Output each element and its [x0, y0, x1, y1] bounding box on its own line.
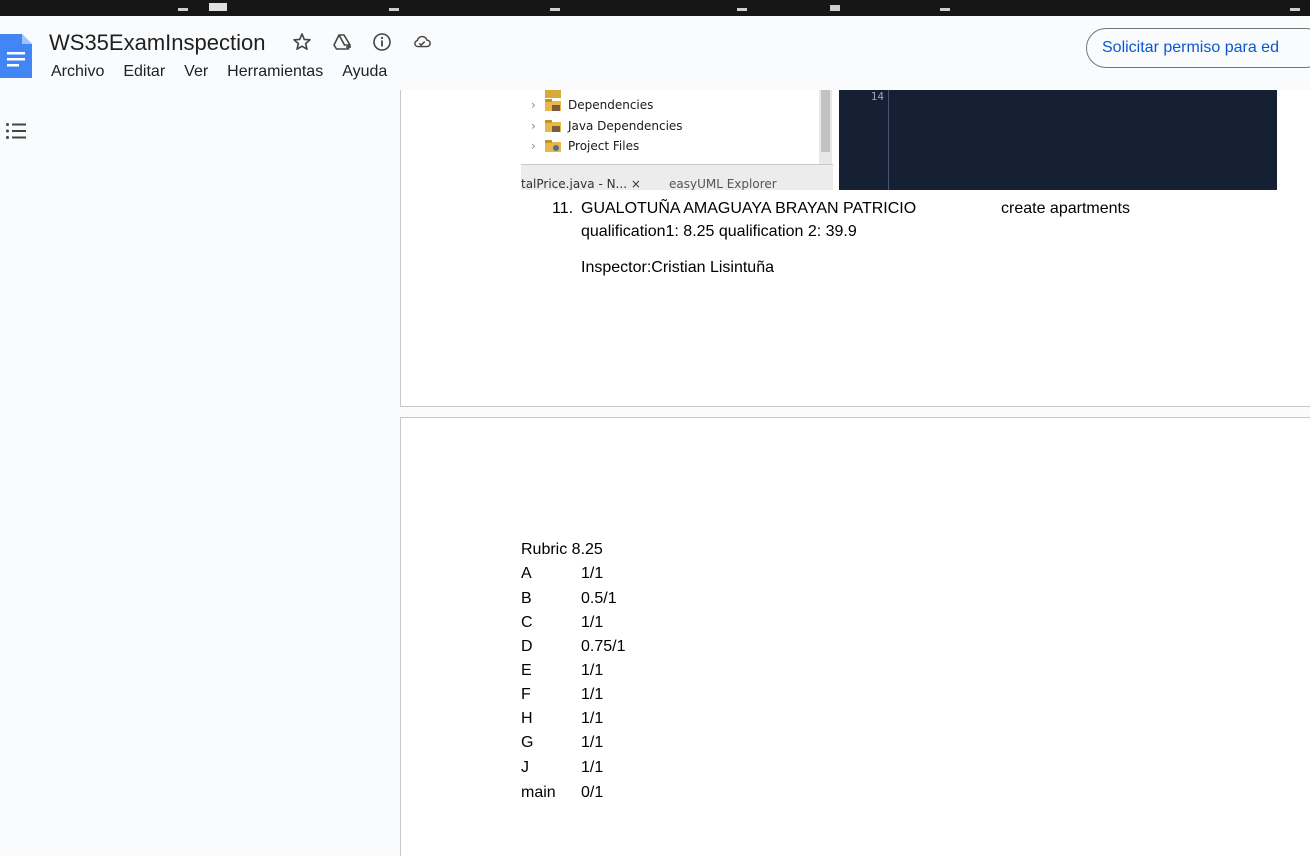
tree-label: Dependencies: [568, 98, 654, 112]
title-icons: [292, 32, 432, 52]
chevron-right-icon: ›: [531, 139, 536, 153]
menu-ayuda[interactable]: Ayuda: [342, 63, 387, 81]
project-tree-panel: › Dependencies › Java Dependencies › Pro…: [521, 90, 833, 190]
student-name: GUALOTUÑA AMAGUAYA BRAYAN PATRICIO: [581, 200, 917, 217]
dependencies-folder-icon: [545, 99, 561, 111]
rubric-title: Rubric 8.25: [521, 541, 603, 558]
ide-tab-file: talPrice.java - N... ×: [521, 177, 641, 190]
tree-label: Java Dependencies: [568, 119, 683, 133]
ide-tab-strip: talPrice.java - N... × easyUML Explorer: [521, 164, 833, 190]
menu-ver[interactable]: Ver: [184, 63, 208, 81]
info-icon[interactable]: [372, 32, 392, 52]
tree-item-dependencies: › Dependencies: [531, 95, 653, 115]
close-icon: ×: [630, 177, 641, 190]
chevron-right-icon: ›: [531, 119, 536, 133]
tree-item-project-files: › Project Files: [531, 136, 639, 156]
code-editor-panel: 14: [839, 90, 1277, 190]
task-name: create apartments: [1001, 200, 1130, 217]
page-gap: [400, 407, 1310, 417]
docs-logo-icon[interactable]: [0, 34, 32, 78]
move-to-drive-icon[interactable]: [332, 32, 352, 52]
project-files-folder-icon: [545, 140, 561, 152]
ide-tab-easyuml: easyUML Explorer: [669, 177, 777, 190]
list-number: 11.: [552, 200, 574, 217]
cloud-status-icon[interactable]: [412, 32, 432, 52]
request-access-button[interactable]: Solicitar permiso para ed: [1086, 28, 1310, 68]
line-number: 14: [870, 90, 884, 103]
outline-list-icon[interactable]: [5, 121, 27, 141]
inspector: Inspector:Cristian Lisintuña: [581, 259, 774, 276]
docs-header: WS35ExamInspection Archivo Editar Ver He…: [0, 16, 1310, 90]
top-strip: [0, 0, 1310, 16]
document-title[interactable]: WS35ExamInspection: [49, 30, 265, 56]
chevron-right-icon: ›: [531, 98, 536, 112]
menu-archivo[interactable]: Archivo: [51, 63, 104, 81]
tree-item-java-dependencies: › Java Dependencies: [531, 116, 683, 136]
menu-herramientas[interactable]: Herramientas: [227, 63, 323, 81]
tree-scrollbar: [819, 90, 832, 164]
menu-bar: Archivo Editar Ver Herramientas Ayuda: [51, 63, 406, 81]
embedded-ide-screenshot: › Dependencies › Java Dependencies › Pro…: [521, 90, 1277, 190]
line-number-gutter: 14: [839, 90, 889, 190]
tree-label: Project Files: [568, 139, 640, 153]
qualifications: qualification1: 8.25 qualification 2: 39…: [581, 223, 857, 240]
java-dependencies-folder-icon: [545, 120, 561, 132]
star-icon[interactable]: [292, 32, 312, 52]
menu-editar[interactable]: Editar: [123, 63, 165, 81]
